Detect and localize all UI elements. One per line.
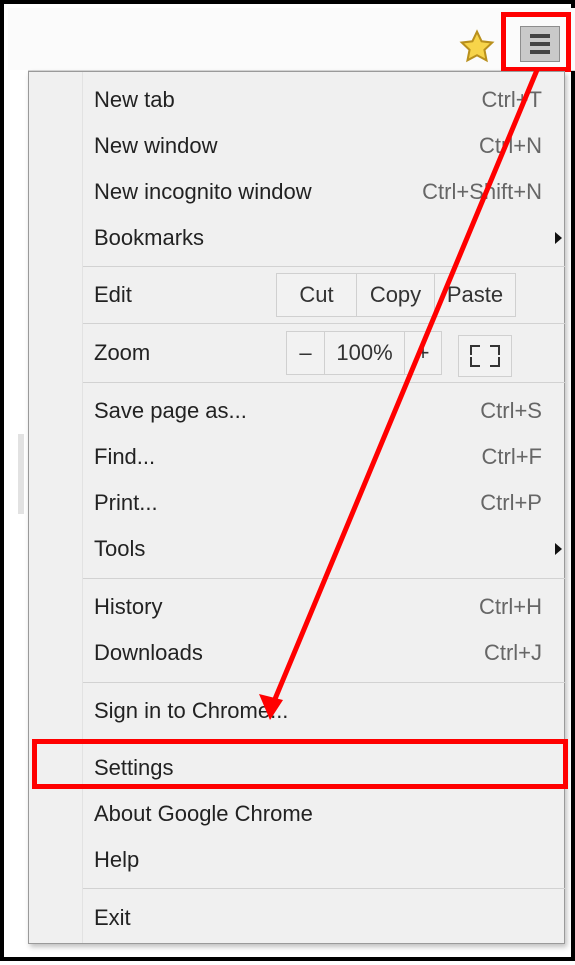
arrow-head-icon (259, 694, 283, 720)
arrow-line (267, 67, 540, 714)
screenshot-frame: New tab Ctrl+T New window Ctrl+N New inc… (0, 0, 575, 961)
annotation-arrow (259, 67, 540, 720)
